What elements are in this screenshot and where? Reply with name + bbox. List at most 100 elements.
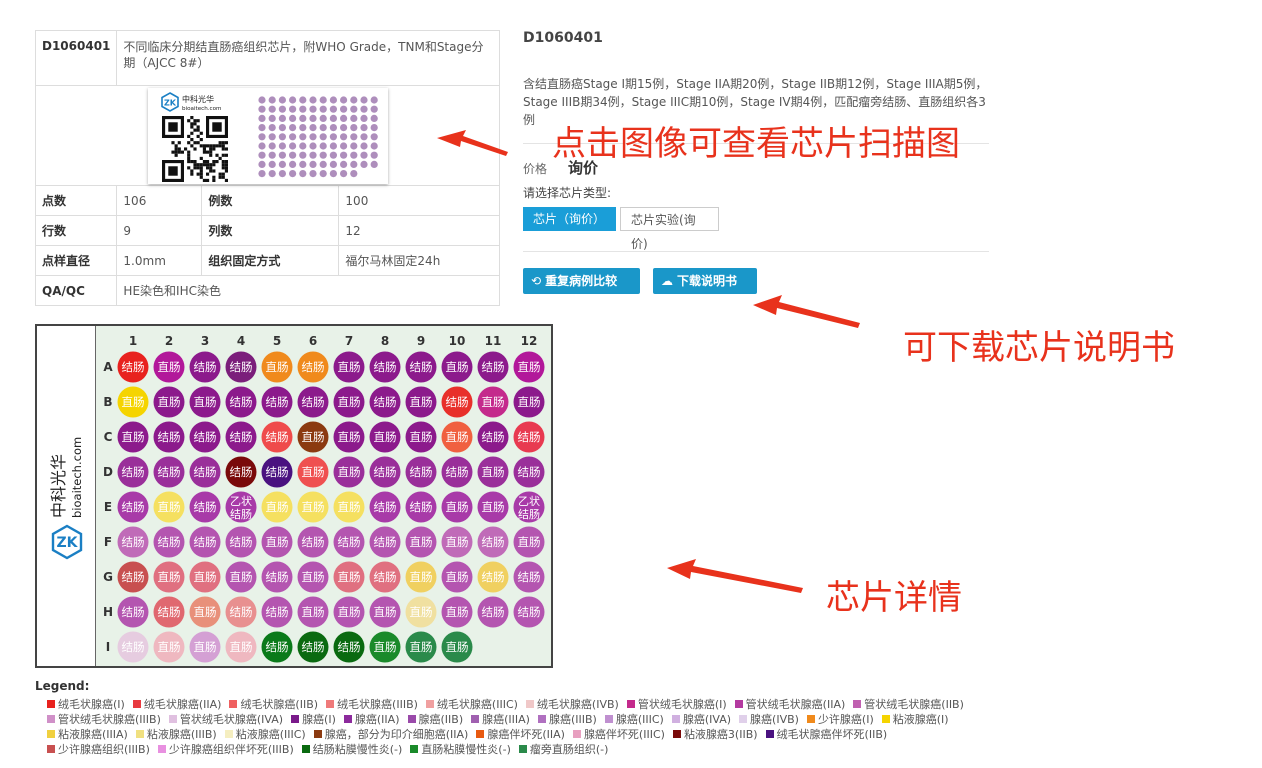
plate-cell: 直肠 [297,561,329,593]
svg-text:直肠: 直肠 [302,430,325,444]
zk-logo-icon: ZK 中科光华 bioaitech.com [49,437,84,560]
legend-swatch [672,730,681,738]
plate-cell: 结肠 [225,421,257,453]
plate-cell: 结肠 [189,421,221,453]
legend-swatch [343,715,352,723]
plate-cell: 结肠 [369,561,401,593]
svg-text:ZK: ZK [57,535,79,551]
legend-label: 绒毛状腺癌(I) [58,698,125,711]
plate-grid: 1 2 3 4 5 6 7 8 9 10 11 12A 结肠 直肠 结肠 结肠 直肠 结肠 直肠 结肠 结肠 直肠 结肠 直肠… [103,334,545,663]
legend-swatch [518,745,527,753]
svg-text:直肠: 直肠 [230,640,253,654]
legend-label: 腺癌(IIIB) [548,713,597,726]
svg-text:直肠: 直肠 [410,605,433,619]
svg-text:直肠: 直肠 [410,570,433,584]
svg-text:直肠: 直肠 [482,395,505,409]
plate-cell: 直肠 [189,386,221,418]
plate-col-label: 8 [381,334,389,348]
svg-text:结肠: 结肠 [374,360,397,374]
legend-title: Legend: [35,679,90,693]
plate-cell: 结肠 [189,456,221,488]
plate-cell: 结肠 [189,491,221,523]
plate-cell: 直肠 [117,421,149,453]
plate-col-label: 11 [485,334,502,348]
svg-text:直肠: 直肠 [158,500,181,514]
svg-text:结肠: 结肠 [194,430,217,444]
svg-text:结肠: 结肠 [194,360,217,374]
plate-col-label: 10 [449,334,466,348]
plate-cell: 直肠 [153,561,185,593]
svg-text:结肠: 结肠 [302,395,325,409]
plate-cell: 直肠 [333,421,365,453]
svg-text:直肠: 直肠 [410,535,433,549]
plate-cell: 直肠 [153,631,185,663]
svg-text:结肠: 结肠 [374,465,397,479]
plate-col-label: 3 [201,334,209,348]
plate-cell: 直肠 [441,631,473,663]
legend-label: 粘液腺癌3(IIB) [683,728,758,741]
plate-cell: 结肠 [225,351,257,383]
svg-text:直肠: 直肠 [446,535,469,549]
svg-text:直肠: 直肠 [302,605,325,619]
legend-item: 少许腺癌组织伴坏死(IIIB) [157,742,294,757]
arrow-icon [437,130,508,156]
svg-text:结肠: 结肠 [122,500,145,514]
svg-text:结肠: 结肠 [230,360,253,374]
svg-text:直肠: 直肠 [338,360,361,374]
legend-swatch [407,715,416,723]
svg-text:结肠: 结肠 [302,360,325,374]
legend-item: 绒毛状腺癌(IIIB) [326,697,418,712]
plate-cell: 结肠 [369,351,401,383]
legend-swatch [739,715,748,723]
svg-text:结肠: 结肠 [374,500,397,514]
plate-cell: 直肠 [369,421,401,453]
legend-swatch [291,715,300,723]
legend-item: 腺癌(IIIA) [471,712,530,727]
svg-text:直肠: 直肠 [518,395,541,409]
legend-swatch [313,730,322,738]
svg-text:直肠: 直肠 [122,395,145,409]
legend-label: 腺癌，部分为印介细胞癌(IIA) [324,728,469,741]
plate-cell: 结肠 [153,456,185,488]
plate-cell: 结肠 [369,456,401,488]
plate-cell: 乙状结肠 [225,491,257,523]
plate-cell: 结肠 [153,526,185,558]
svg-text:直肠: 直肠 [266,535,289,549]
plate-cell: 结肠 [189,351,221,383]
svg-text:直肠: 直肠 [194,570,217,584]
plate-row-label: G [103,570,113,584]
plate-cell: 结肠 [369,386,401,418]
plate-cell: 直肠 [405,596,437,628]
plate-col-label: 12 [521,334,538,348]
svg-text:直肠: 直肠 [482,465,505,479]
legend-label: 瘤旁直肠组织(-) [529,743,609,756]
legend-item: 管状绒毛状腺癌(IIIB) [47,712,161,727]
legend-swatch [301,745,310,753]
plate-cell: 直肠 [153,491,185,523]
svg-text:直肠: 直肠 [158,640,181,654]
svg-text:乙状: 乙状 [230,494,252,508]
svg-text:结肠: 结肠 [482,570,505,584]
legend-item: 绒毛状腺癌(IVB) [525,697,619,712]
legend-item: 腺癌(I) [291,712,336,727]
plate-cell: 结肠 [477,526,509,558]
plate-cell: 结肠 [333,631,365,663]
plate-cell: 直肠 [333,351,365,383]
svg-text:结肠: 结肠 [338,535,361,549]
svg-text:直肠: 直肠 [338,465,361,479]
legend-item: 绒毛状腺癌(IIA) [132,697,221,712]
plate-cell: 直肠 [405,561,437,593]
legend-item: 粘液腺癌3(IIB) [672,727,758,742]
legend-label: 腺癌(IIA) [354,713,400,726]
legend-label: 腺癌(IIIA) [482,713,530,726]
svg-text:结肠: 结肠 [122,360,145,374]
legend-swatch [476,730,485,738]
legend-swatch [671,715,680,723]
legend-item: 少许腺癌(I) [806,712,874,727]
svg-text:结肠: 结肠 [158,605,181,619]
plate-cell: 直肠 [513,526,545,558]
plate-cell: 直肠 [261,351,293,383]
plate-cell: 直肠 [333,596,365,628]
plate-cell: 结肠 [225,526,257,558]
legend-item: 绒毛状腺癌(I) [47,697,125,712]
